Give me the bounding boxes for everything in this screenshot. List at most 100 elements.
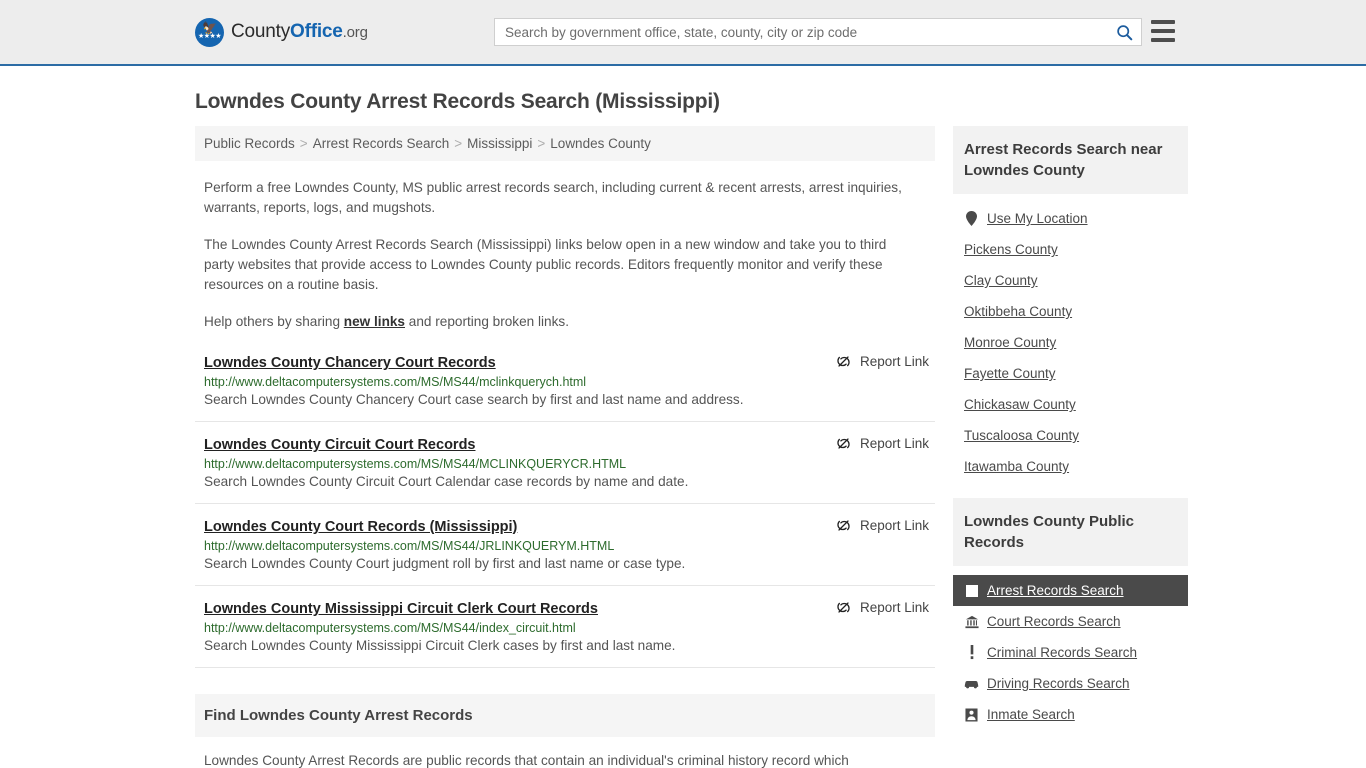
- result-title-link[interactable]: Lowndes County Circuit Court Records: [204, 437, 476, 453]
- sidebar-near-label[interactable]: Use My Location: [987, 211, 1088, 226]
- sidebar-item-arrest-records-search[interactable]: Arrest Records Search: [953, 575, 1188, 606]
- sidebar-item-criminal-records-search[interactable]: Criminal Records Search: [953, 637, 1188, 668]
- breadcrumb-separator: >: [537, 136, 546, 151]
- result-description: Search Lowndes County Circuit Court Cale…: [204, 474, 689, 489]
- hamburger-bar: [1151, 29, 1175, 33]
- broken-link-icon: [837, 356, 850, 367]
- broken-link-icon: [837, 602, 850, 613]
- report-link-label: Report Link: [859, 354, 929, 369]
- sidebar: Arrest Records Search near Lowndes Count…: [953, 126, 1188, 730]
- hamburger-bar: [1151, 38, 1175, 42]
- result-url: http://www.deltacomputersystems.com/MS/M…: [204, 621, 576, 635]
- broken-link-icon: [837, 438, 850, 449]
- sidebar-item-court-records-search[interactable]: Court Records Search: [953, 606, 1188, 637]
- sidebar-public-records-heading: Lowndes County Public Records: [953, 498, 1188, 566]
- report-link-button[interactable]: Report Link: [836, 354, 929, 369]
- sidebar-near-list: Use My Location Pickens County Clay Coun…: [953, 203, 1188, 482]
- inmate-icon: [964, 707, 979, 722]
- breadcrumb-item-arrest-records-search[interactable]: Arrest Records Search: [313, 136, 450, 151]
- sidebar-item-clay-county[interactable]: Clay County: [953, 265, 1188, 296]
- intro-text: Perform a free Lowndes County, MS public…: [195, 178, 935, 332]
- sidebar-near-heading: Arrest Records Search near Lowndes Count…: [953, 126, 1188, 194]
- breadcrumb-separator: >: [299, 136, 308, 151]
- broken-link-icon: [837, 520, 850, 531]
- sidebar-near-label[interactable]: Pickens County: [964, 242, 1058, 257]
- page-title: Lowndes County Arrest Records Search (Mi…: [195, 90, 720, 113]
- result-title-link[interactable]: Lowndes County Mississippi Circuit Clerk…: [204, 601, 598, 617]
- site-header: 🦅 ★★★★ CountyOffice.org: [0, 0, 1366, 66]
- exclamation-icon: [964, 645, 979, 660]
- search-bar: [494, 18, 1142, 46]
- main-column: Public Records > Arrest Records Search > Mis…: [195, 126, 935, 768]
- report-link-label: Report Link: [859, 600, 929, 615]
- report-link-button[interactable]: Report Link: [836, 518, 929, 533]
- sidebar-item-monroe-county[interactable]: Monroe County: [953, 327, 1188, 358]
- result-list: Lowndes County Chancery Court Records ht…: [195, 354, 935, 668]
- sidebar-item-fayette-county[interactable]: Fayette County: [953, 358, 1188, 389]
- sidebar-near-label[interactable]: Fayette County: [964, 366, 1056, 381]
- breadcrumb-item-public-records[interactable]: Public Records: [204, 136, 295, 151]
- content-columns: Public Records > Arrest Records Search > Mis…: [195, 126, 1188, 768]
- sidebar-public-records-label[interactable]: Court Records Search: [987, 614, 1121, 629]
- brand-tld: .org: [342, 24, 368, 41]
- brand-part1: County: [231, 21, 291, 42]
- intro-paragraph-3: Help others by sharing new links and rep…: [204, 312, 914, 332]
- report-link-button[interactable]: Report Link: [836, 436, 929, 451]
- sidebar-public-records-label[interactable]: Driving Records Search: [987, 676, 1130, 691]
- search-button[interactable]: [1107, 19, 1141, 45]
- breadcrumb-item-mississippi[interactable]: Mississippi: [467, 136, 532, 151]
- intro-paragraph-2: The Lowndes County Arrest Records Search…: [204, 237, 887, 292]
- breadcrumb-item-lowndes-county: Lowndes County: [550, 136, 651, 151]
- sidebar-public-records-label[interactable]: Arrest Records Search: [987, 583, 1124, 598]
- intro-p3-after: and reporting broken links.: [405, 314, 569, 329]
- result-url: http://www.deltacomputersystems.com/MS/M…: [204, 539, 615, 553]
- sidebar-item-itawamba-county[interactable]: Itawamba County: [953, 451, 1188, 482]
- sidebar-near-label[interactable]: Monroe County: [964, 335, 1056, 350]
- courthouse-icon: [964, 614, 979, 629]
- sidebar-item-driving-records-search[interactable]: Driving Records Search: [953, 668, 1188, 699]
- sidebar-near-label[interactable]: Oktibbeha County: [964, 304, 1072, 319]
- sidebar-near-label[interactable]: Clay County: [964, 273, 1038, 288]
- intro-paragraph-1: Perform a free Lowndes County, MS public…: [204, 180, 902, 215]
- sidebar-item-pickens-county[interactable]: Pickens County: [953, 234, 1188, 265]
- result-title-link[interactable]: Lowndes County Court Records (Mississipp…: [204, 519, 517, 535]
- sidebar-near-label[interactable]: Itawamba County: [964, 459, 1069, 474]
- sidebar-near-label[interactable]: Tuscaloosa County: [964, 428, 1079, 443]
- sidebar-item-oktibbeha-county[interactable]: Oktibbeha County: [953, 296, 1188, 327]
- result-url: http://www.deltacomputersystems.com/MS/M…: [204, 457, 627, 471]
- car-icon: [964, 676, 979, 691]
- eagle-seal-icon: 🦅 ★★★★: [195, 17, 224, 47]
- hamburger-menu-icon[interactable]: [1151, 20, 1175, 42]
- sidebar-item-inmate-search[interactable]: Inmate Search: [953, 699, 1188, 730]
- brand-part2: Office: [290, 21, 343, 42]
- search-input[interactable]: [495, 19, 1107, 45]
- find-section-body: Lowndes County Arrest Records are public…: [204, 753, 849, 768]
- result-description: Search Lowndes County Chancery Court cas…: [204, 392, 744, 407]
- sidebar-item-use-my-location[interactable]: Use My Location: [953, 203, 1188, 234]
- sidebar-public-records-list: Arrest Records Search Court Records Sear…: [953, 575, 1188, 730]
- sidebar-public-records-label[interactable]: Criminal Records Search: [987, 645, 1137, 660]
- sidebar-item-tuscaloosa-county[interactable]: Tuscaloosa County: [953, 420, 1188, 451]
- brand-text: CountyOffice.org: [231, 21, 368, 43]
- find-section-heading: Find Lowndes County Arrest Records: [195, 694, 935, 737]
- result-item: Lowndes County Circuit Court Records htt…: [195, 436, 935, 504]
- report-link-label: Report Link: [859, 518, 929, 533]
- result-item: Lowndes County Chancery Court Records ht…: [195, 354, 935, 422]
- page-container: Lowndes County Arrest Records Search (Mi…: [0, 90, 1366, 768]
- report-link-button[interactable]: Report Link: [836, 600, 929, 615]
- sidebar-item-chickasaw-county[interactable]: Chickasaw County: [953, 389, 1188, 420]
- square-icon: [964, 583, 979, 598]
- report-link-label: Report Link: [859, 436, 929, 451]
- result-title-link[interactable]: Lowndes County Chancery Court Records: [204, 355, 496, 371]
- breadcrumb: Public Records > Arrest Records Search > Mis…: [195, 126, 935, 161]
- sidebar-near-label[interactable]: Chickasaw County: [964, 397, 1076, 412]
- sidebar-public-records-label[interactable]: Inmate Search: [987, 707, 1075, 722]
- new-links-link[interactable]: new links: [344, 314, 405, 329]
- breadcrumb-separator: >: [454, 136, 463, 151]
- search-icon: [1116, 24, 1132, 40]
- intro-p3-before: Help others by sharing: [204, 314, 344, 329]
- map-pin-icon: [964, 211, 979, 226]
- site-logo[interactable]: 🦅 ★★★★ CountyOffice.org: [195, 17, 368, 47]
- result-item: Lowndes County Mississippi Circuit Clerk…: [195, 600, 935, 668]
- result-url: http://www.deltacomputersystems.com/MS/M…: [204, 375, 587, 389]
